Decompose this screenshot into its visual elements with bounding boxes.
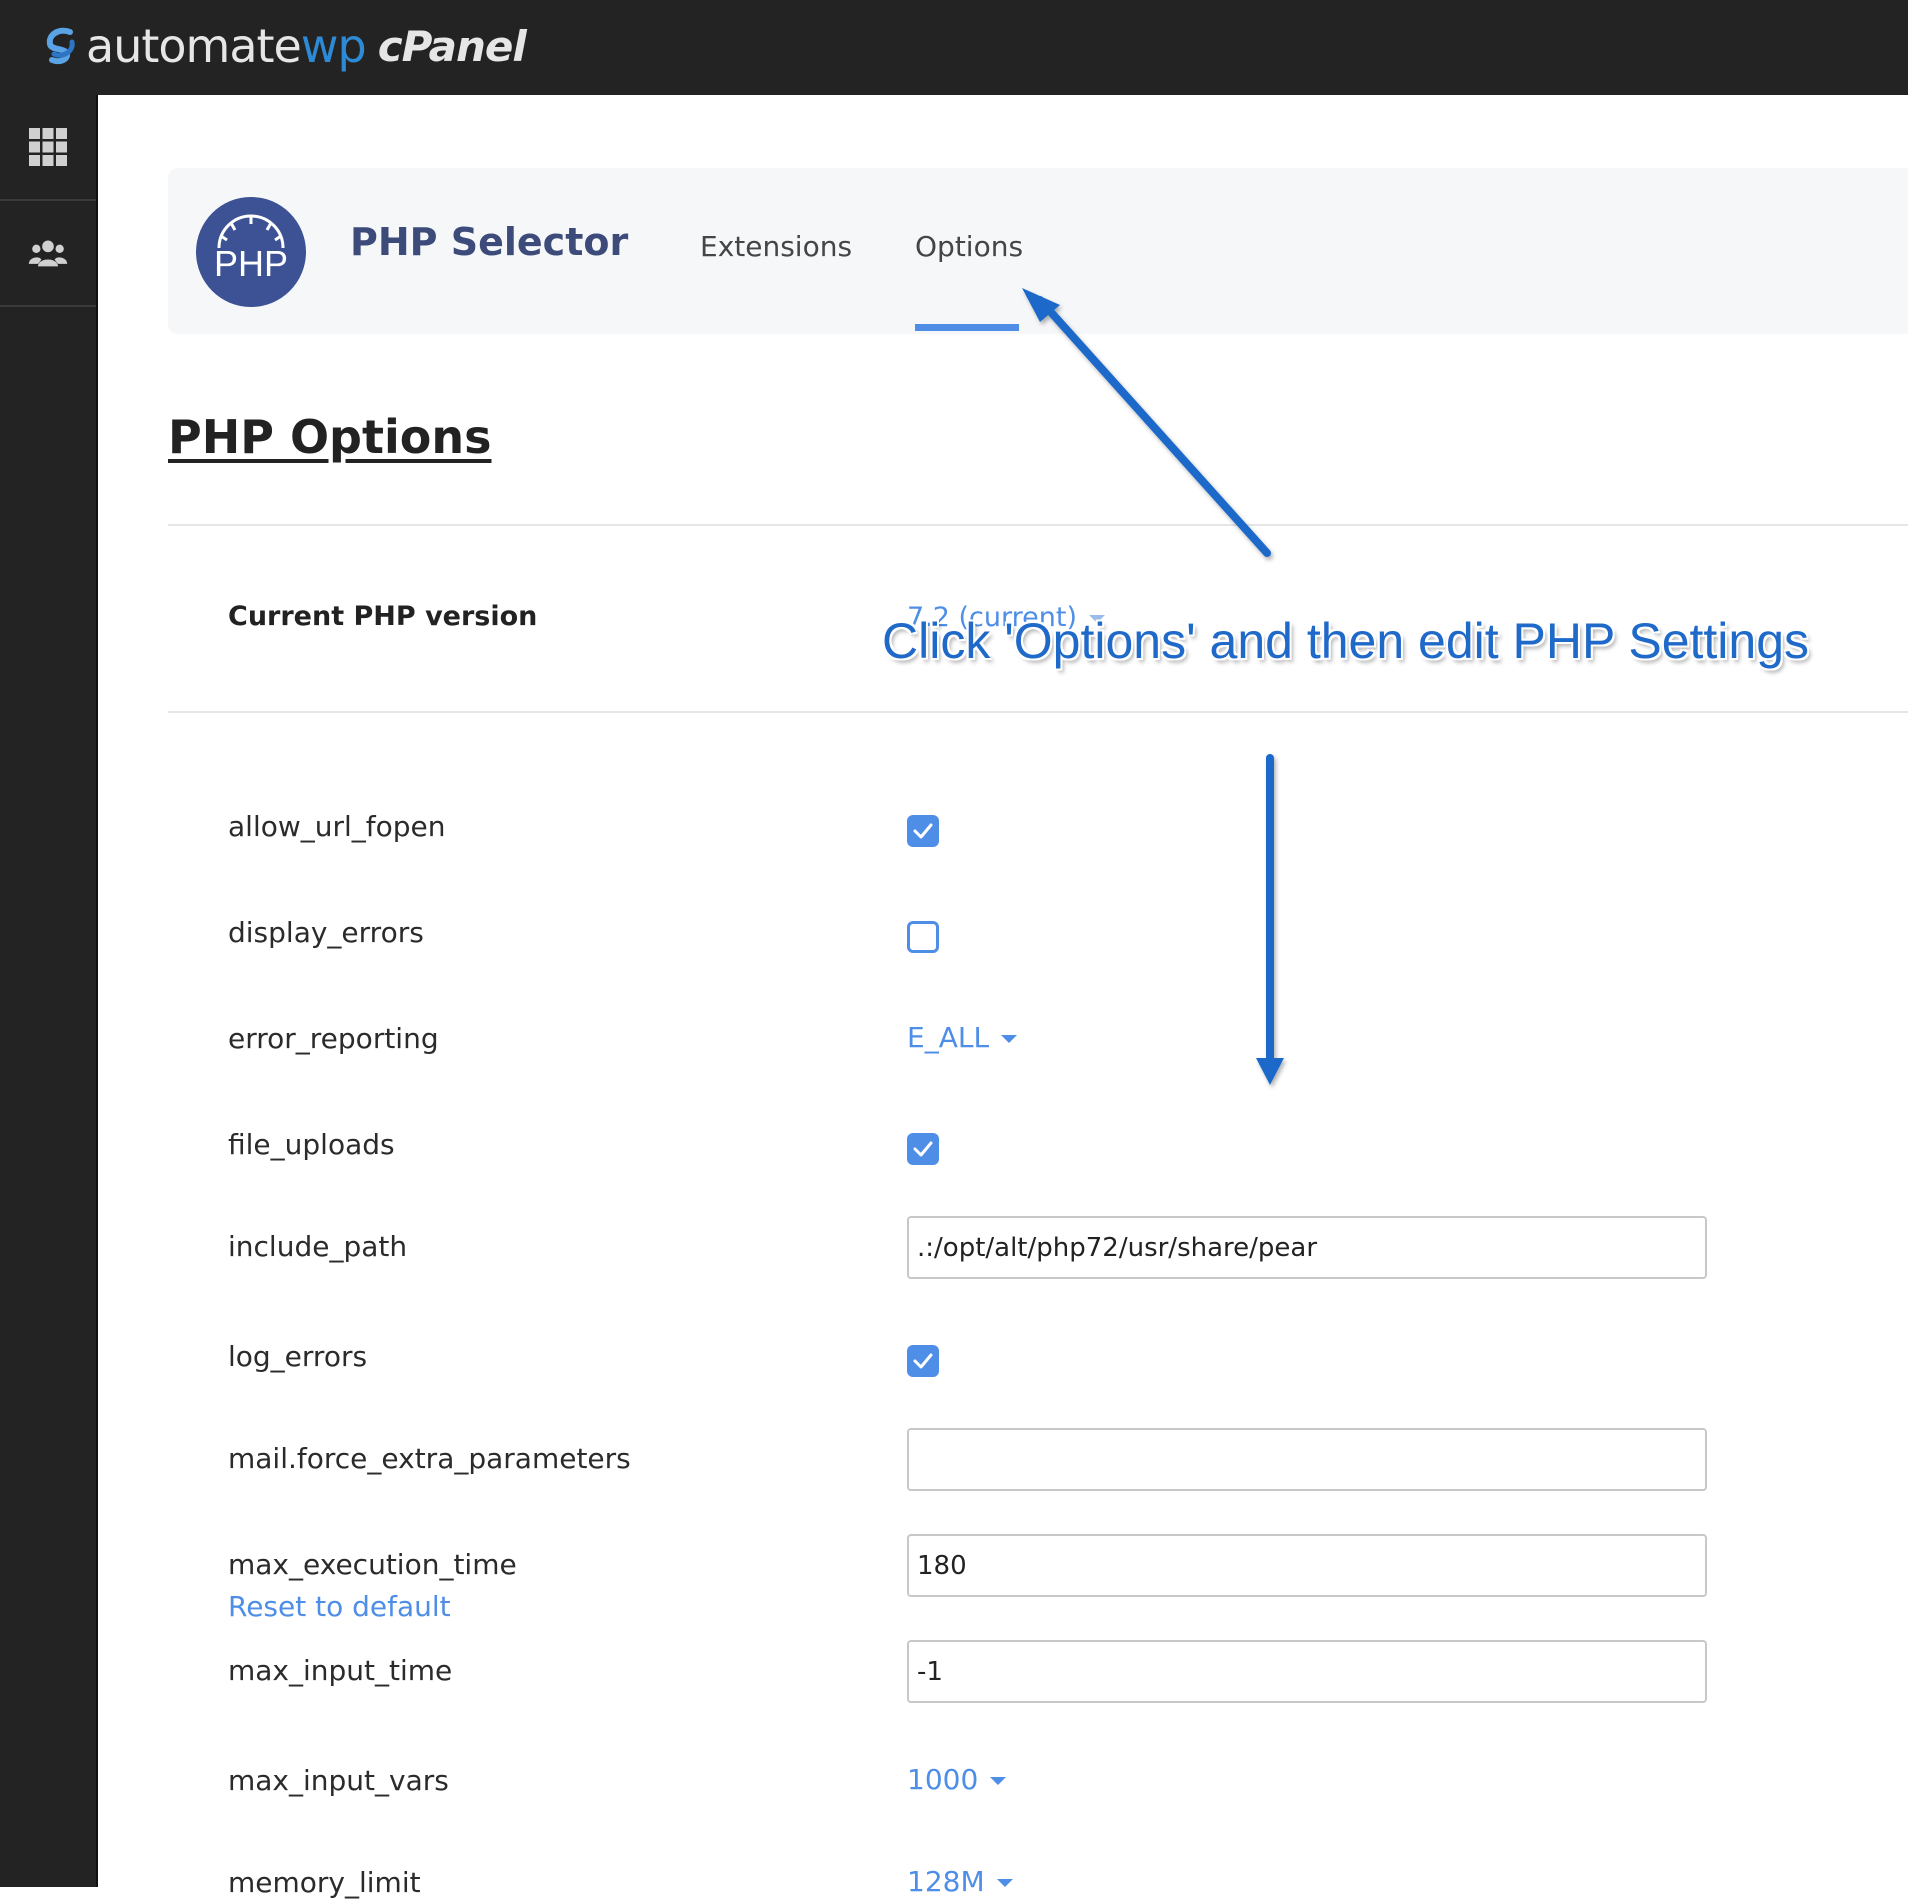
automatewp-logo-icon <box>46 27 75 65</box>
mail-force-extra-parameters-input[interactable] <box>907 1428 1707 1491</box>
users-icon <box>28 240 68 267</box>
option-label: max_execution_time <box>228 1548 517 1581</box>
brand-text-wp: wp <box>300 19 367 73</box>
chevron-down-icon <box>990 1777 1007 1785</box>
php-logo-text: PHP <box>214 243 288 284</box>
arrow-head <box>1256 1058 1284 1085</box>
brand-logo[interactable]: automate wp cPanel <box>40 14 527 78</box>
reset-to-default-link[interactable]: Reset to default <box>228 1590 451 1623</box>
top-bar: automate wp cPanel <box>0 0 1908 95</box>
divider <box>168 711 1908 713</box>
max-input-vars-value: 1000 <box>907 1763 979 1796</box>
rail-apps-button[interactable] <box>0 95 96 201</box>
brand-text-cpanel: cPanel <box>377 21 527 71</box>
arrow-to-options-tab <box>1036 296 1271 557</box>
check-icon <box>913 1353 933 1369</box>
include-path-input[interactable] <box>907 1216 1707 1279</box>
chevron-down-icon <box>1001 1035 1018 1043</box>
allow-url-fopen-checkbox[interactable] <box>907 815 939 847</box>
max-execution-time-input[interactable] <box>907 1534 1707 1597</box>
check-icon <box>913 1141 933 1157</box>
tab-extensions[interactable]: Extensions <box>700 230 852 263</box>
option-label: max_input_time <box>228 1654 453 1687</box>
apps-grid-icon <box>29 128 67 166</box>
max-input-time-input[interactable] <box>907 1640 1707 1703</box>
log-errors-checkbox[interactable] <box>907 1345 939 1377</box>
option-label: log_errors <box>228 1340 368 1373</box>
error-reporting-value: E_ALL <box>907 1021 990 1054</box>
option-label: memory_limit <box>228 1866 421 1899</box>
error-reporting-select[interactable]: E_ALL <box>907 1021 1018 1054</box>
option-label: include_path <box>228 1230 408 1263</box>
option-label: display_errors <box>228 916 424 949</box>
app-title: PHP Selector <box>350 220 629 264</box>
left-rail <box>0 95 98 1887</box>
page-title: PHP Options <box>168 410 492 464</box>
chevron-down-icon <box>996 1879 1013 1887</box>
current-php-version-label: Current PHP version <box>228 601 538 632</box>
brand-text-automate: automate <box>86 19 302 73</box>
option-label: error_reporting <box>228 1022 439 1055</box>
option-label: mail.force_extra_parameters <box>228 1442 631 1475</box>
tab-options[interactable]: Options <box>915 230 1023 263</box>
option-label: file_uploads <box>228 1128 395 1161</box>
memory-limit-select[interactable]: 128M <box>907 1865 1013 1898</box>
check-icon <box>913 823 933 839</box>
divider <box>168 524 1908 526</box>
option-label: max_input_vars <box>228 1764 449 1797</box>
max-input-vars-select[interactable]: 1000 <box>907 1763 1007 1796</box>
option-label: allow_url_fopen <box>228 810 446 843</box>
rail-users-button[interactable] <box>0 201 96 307</box>
display-errors-checkbox[interactable] <box>907 921 939 953</box>
active-tab-indicator <box>915 324 1019 331</box>
file-uploads-checkbox[interactable] <box>907 1133 939 1165</box>
php-logo-icon: PHP <box>196 197 306 307</box>
annotation-text: Click 'Options' and then edit PHP Settin… <box>882 613 1810 669</box>
memory-limit-value: 128M <box>907 1865 985 1898</box>
